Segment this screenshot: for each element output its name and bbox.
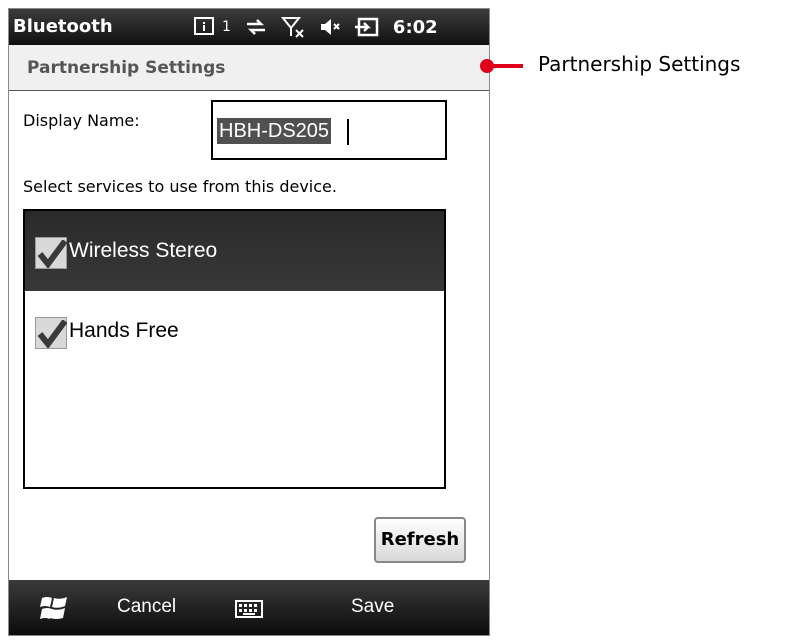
service-item-wireless-stereo[interactable]: Wireless Stereo	[25, 211, 444, 291]
services-prompt: Select services to use from this device.	[23, 177, 337, 196]
wireless-stereo-checkbox[interactable]	[35, 237, 67, 269]
display-name-field[interactable]: HBH-DS205	[211, 100, 447, 160]
save-button[interactable]: Save	[351, 596, 394, 618]
callout-line	[490, 64, 523, 68]
display-name-label: Display Name:	[23, 111, 140, 130]
battery-charging-icon[interactable]	[354, 17, 379, 37]
data-transfer-icon[interactable]	[245, 16, 267, 38]
page-header: Partnership Settings	[9, 45, 489, 91]
callout-label: Partnership Settings	[538, 52, 741, 76]
notification-count: 1	[222, 19, 231, 35]
keyboard-icon[interactable]	[235, 600, 263, 622]
device-screen: Bluetooth 1 6:02 Partnership Settings Di…	[8, 8, 490, 636]
windows-start-icon[interactable]	[39, 594, 69, 626]
cancel-button[interactable]: Cancel	[117, 596, 176, 618]
status-icons: 1 6:02	[194, 11, 438, 43]
status-time[interactable]: 6:02	[393, 17, 438, 38]
service-label: Hands Free	[69, 319, 179, 342]
no-signal-icon[interactable]	[280, 16, 305, 38]
page-title: Partnership Settings	[27, 58, 226, 78]
status-title[interactable]: Bluetooth	[13, 16, 113, 37]
services-list[interactable]: Wireless Stereo Hands Free	[23, 209, 446, 489]
volume-off-icon[interactable]	[319, 16, 341, 38]
refresh-button[interactable]: Refresh	[374, 517, 466, 563]
text-caret	[347, 119, 349, 145]
hands-free-checkbox[interactable]	[35, 317, 67, 349]
display-name-value: HBH-DS205	[217, 118, 332, 144]
soft-key-bar: Cancel Save	[9, 580, 489, 635]
service-item-hands-free[interactable]: Hands Free	[25, 291, 444, 371]
notification-icon[interactable]	[194, 17, 214, 37]
service-label: Wireless Stereo	[69, 239, 218, 262]
status-bar: Bluetooth 1 6:02	[9, 9, 489, 45]
